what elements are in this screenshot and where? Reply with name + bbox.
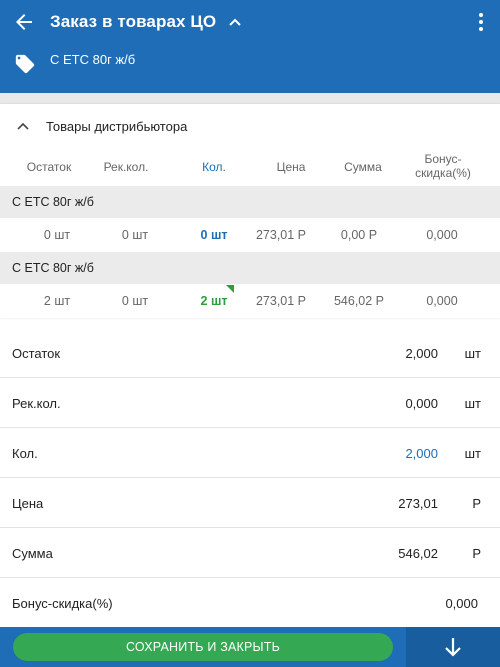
group-header: С ЕТС 80г ж/б [0, 252, 500, 284]
cell-rec-qty: 0 шт [121, 228, 149, 242]
col-header-bonus-line2: скидка(%) [415, 166, 471, 180]
cell-bonus: 0,000 [426, 228, 458, 242]
cell-stock: 0 шт [43, 228, 71, 242]
detail-unit: шт [464, 346, 481, 361]
detail-row-stock: Остаток 2,000 шт [0, 328, 500, 378]
cell-stock: 2 шт [43, 294, 71, 308]
detail-label: Остаток [12, 346, 61, 361]
detail-row-rec-qty: Рек.кол. 0,000 шт [0, 378, 500, 428]
col-header-bonus-line1: Бонус- [424, 152, 462, 166]
changed-marker [226, 285, 234, 293]
table-row[interactable]: 0 шт 0 шт 0 шт 273,01 Р 0,00 Р 0,000 [0, 218, 500, 252]
col-header-sum: Сумма [344, 160, 382, 174]
app-bar: Заказ в товарах ЦО С ЕТС 80г ж/б [0, 0, 500, 93]
detail-unit: Р [472, 496, 481, 511]
distributor-goods-card: Товары дистрибьютора Остаток Рек.кол. Ко… [0, 104, 500, 318]
chevron-up-icon [229, 18, 241, 26]
detail-label: Рек.кол. [12, 396, 61, 411]
detail-unit: шт [464, 446, 481, 461]
detail-value: 273,01 [398, 496, 438, 511]
col-header-rec-qty: Рек.кол. [103, 160, 149, 174]
qty-input[interactable]: 2,000 [405, 446, 438, 461]
more-vertical-icon[interactable] [478, 12, 484, 32]
cell-price: 273,01 Р [255, 294, 307, 308]
section-header[interactable]: Товары дистрибьютора [0, 104, 500, 148]
bottom-action-bar: СОХРАНИТЬ И ЗАКРЫТЬ [0, 627, 500, 667]
detail-label: Сумма [12, 546, 53, 561]
detail-unit: шт [464, 396, 481, 411]
detail-value: 0,000 [405, 396, 438, 411]
detail-value: 0,000 [445, 596, 478, 611]
product-subtitle: С ЕТС 80г ж/б [50, 52, 136, 67]
col-header-bonus: Бонус- скидка(%) [398, 152, 488, 180]
chevron-up-icon [17, 122, 29, 130]
col-header-price: Цена [276, 160, 306, 174]
detail-row-qty[interactable]: Кол. 2,000 шт [0, 428, 500, 478]
col-header-stock: Остаток [26, 160, 72, 174]
table-row[interactable]: 2 шт 0 шт 2 шт 273,01 Р 546,02 Р 0,000 [0, 284, 500, 318]
cell-qty[interactable]: 0 шт [180, 228, 248, 242]
section-title: Товары дистрибьютора [46, 118, 188, 134]
cell-bonus: 0,000 [426, 294, 458, 308]
detail-value: 2,000 [405, 346, 438, 361]
detail-row-sum: Сумма 546,02 Р [0, 528, 500, 578]
arrow-down-icon [445, 638, 461, 657]
arrow-left-icon[interactable] [12, 10, 36, 34]
save-and-close-button[interactable]: СОХРАНИТЬ И ЗАКРЫТЬ [13, 633, 393, 661]
detail-unit: Р [472, 546, 481, 561]
cell-rec-qty: 0 шт [121, 294, 149, 308]
scroll-down-button[interactable] [406, 627, 500, 667]
group-header: С ЕТС 80г ж/б [0, 186, 500, 218]
col-header-qty: Кол. [202, 160, 226, 174]
cell-sum: 546,02 Р [333, 294, 385, 308]
detail-label: Бонус-скидка(%) [12, 596, 113, 611]
detail-row-bonus: Бонус-скидка(%) 0,000 [0, 578, 500, 628]
detail-label: Кол. [12, 446, 38, 461]
details-list: Остаток 2,000 шт Рек.кол. 0,000 шт Кол. … [0, 328, 500, 628]
page-title: Заказ в товарах ЦО [50, 12, 217, 31]
detail-row-price: Цена 273,01 Р [0, 478, 500, 528]
table-header: Остаток Рек.кол. Кол. Цена Сумма Бонус- … [0, 148, 500, 186]
cell-price: 273,01 Р [255, 228, 307, 242]
title-dropdown[interactable]: Заказ в товарах ЦО [50, 10, 242, 34]
tag-icon [15, 54, 35, 74]
cell-sum: 0,00 Р [340, 228, 378, 242]
detail-label: Цена [12, 496, 44, 511]
detail-value: 546,02 [398, 546, 438, 561]
cell-qty[interactable]: 2 шт [180, 294, 248, 308]
